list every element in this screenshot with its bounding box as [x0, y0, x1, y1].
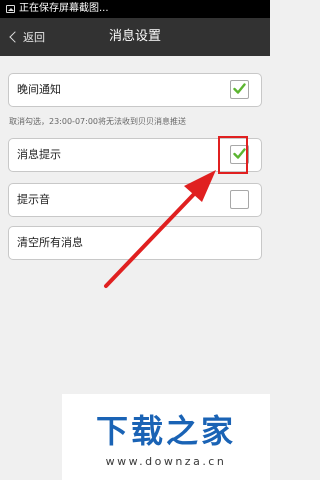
status-bar: 正在保存屏幕截图... — [0, 0, 270, 18]
screenshot-icon — [6, 5, 15, 13]
watermark-title: 下载之家 — [95, 412, 236, 450]
watermark-url: www.downza.cn — [105, 455, 227, 468]
setting-row-night-notify[interactable]: 晚间通知 — [8, 73, 262, 107]
highlight-box — [218, 136, 248, 174]
alert-sound-checkbox[interactable] — [230, 190, 249, 209]
watermark: 下载之家 www.downza.cn — [62, 394, 270, 480]
status-text: 正在保存屏幕截图... — [19, 3, 109, 14]
title-bar: 返回 消息设置 — [0, 18, 270, 56]
chevron-left-icon — [9, 31, 21, 43]
setting-label: 清空所有消息 — [17, 236, 83, 249]
night-notify-checkbox[interactable] — [230, 80, 249, 99]
setting-label: 提示音 — [17, 193, 50, 206]
back-button[interactable]: 返回 — [0, 18, 60, 56]
back-label: 返回 — [23, 31, 45, 44]
night-notify-hint: 取消勾选，23:00-07:00将无法收到贝贝消息推送 — [9, 117, 186, 126]
setting-label: 晚间通知 — [17, 83, 61, 96]
setting-label: 消息提示 — [17, 148, 61, 161]
setting-row-alert-sound[interactable]: 提示音 — [8, 183, 262, 217]
checkmark-icon — [233, 83, 246, 94]
setting-row-clear-all[interactable]: 清空所有消息 — [8, 226, 262, 260]
